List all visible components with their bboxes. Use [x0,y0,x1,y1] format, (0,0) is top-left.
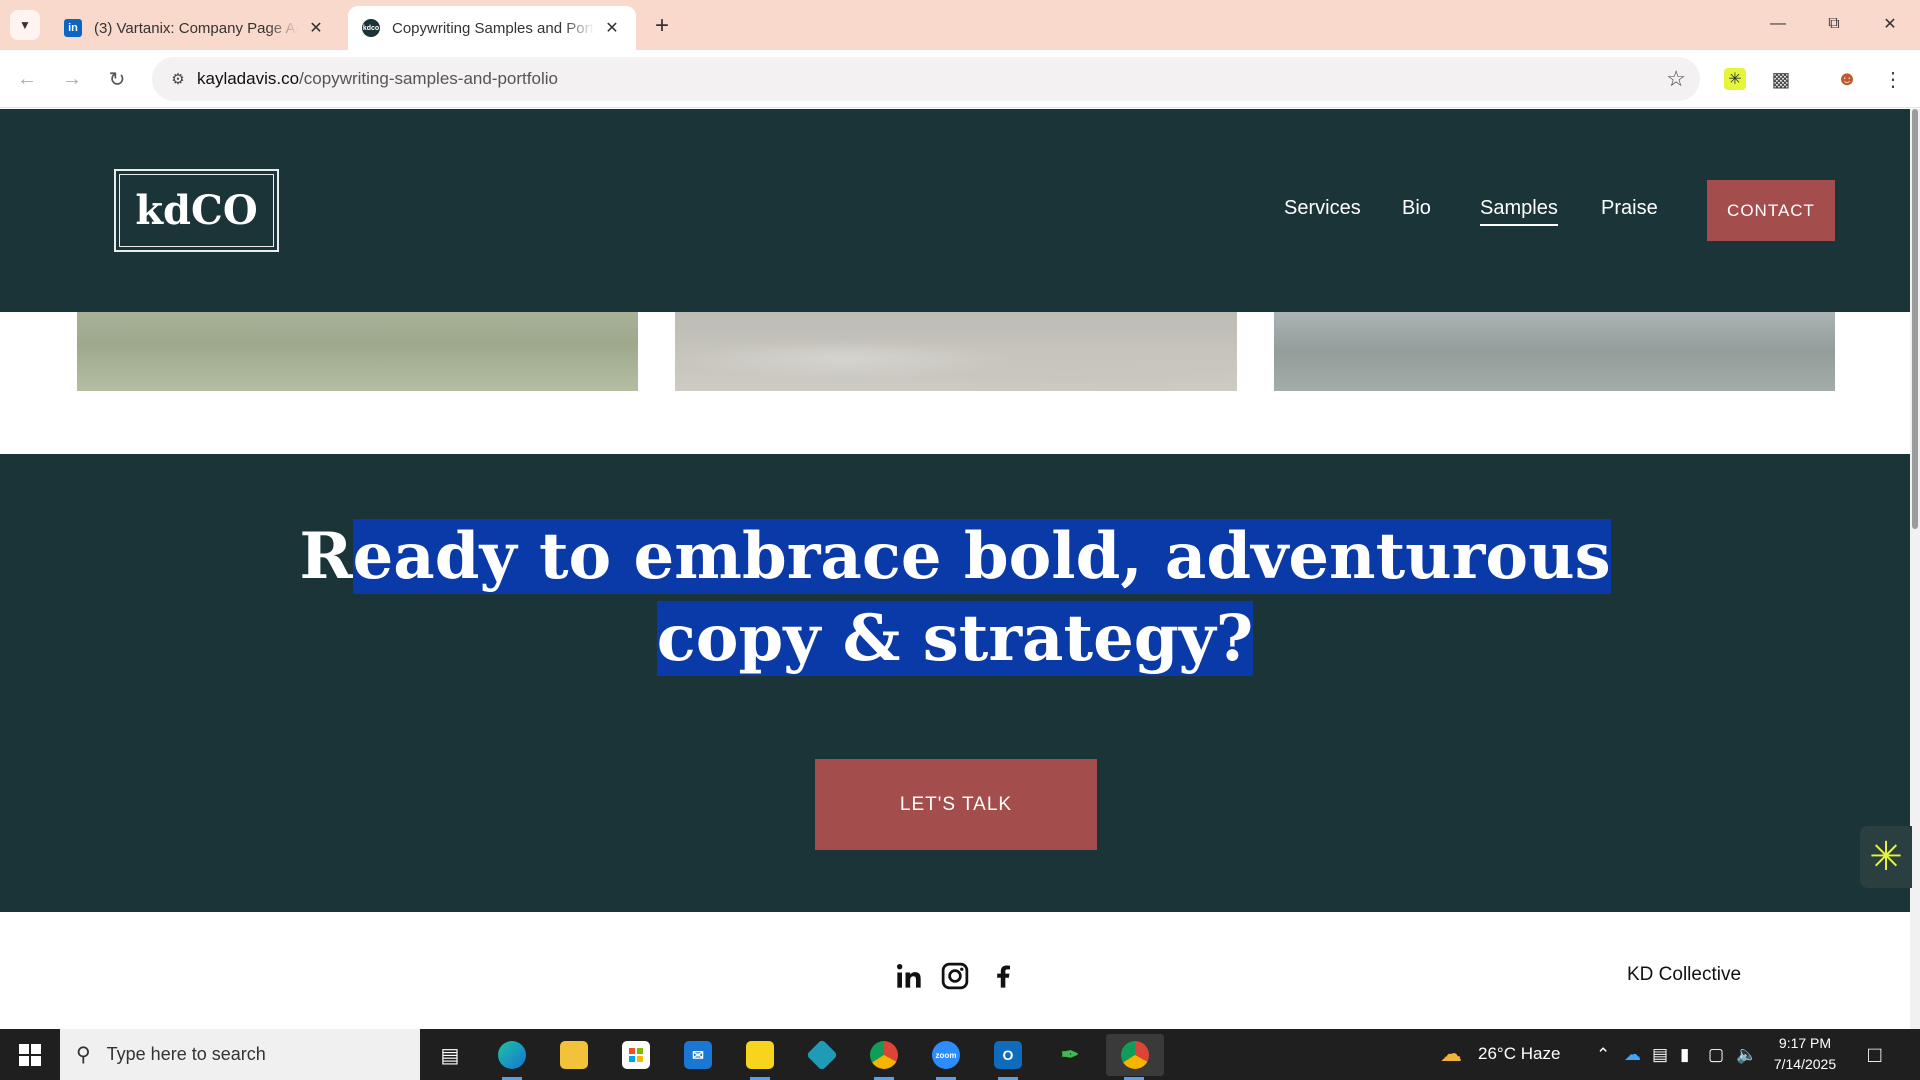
chevron-up-icon[interactable]: ⌃ [1596,1045,1610,1065]
browser-toolbar: ← → ↻ ⚙ kayladavis.co/copywriting-sample… [0,50,1920,108]
windows-logo-icon [19,1043,41,1066]
search-placeholder: Type here to search [106,1044,266,1064]
instagram-icon[interactable] [938,959,972,993]
close-icon[interactable]: ✕ [602,18,622,38]
taskbar-app-pen[interactable]: ✒ [1048,1034,1092,1076]
linkedin-icon[interactable] [892,959,926,993]
extensions-puzzle-icon[interactable]: ▩ [1764,62,1798,96]
extension-icon[interactable]: ✳ [1718,62,1752,96]
weather-icon[interactable]: ☁ [1440,1041,1462,1067]
tab-title: (3) Vartanix: Company Page Admin [94,19,298,37]
taskbar-sticky-notes[interactable] [738,1034,782,1080]
taskbar-search[interactable]: ⚲ Type here to search [60,1029,420,1080]
kdco-favicon: kdco [362,19,380,37]
sticky-notes-icon [746,1041,774,1069]
diamond-app-icon [806,1039,838,1071]
cta-heading-line1: eady to embrace bold, adventurous [352,519,1611,594]
page-scrollbar[interactable] [1910,109,1920,1029]
cta-section: Ready to embrace bold, adventurous copy … [0,454,1910,912]
taskbar-edge[interactable] [490,1034,534,1080]
taskbar-outlook[interactable]: O [986,1034,1030,1080]
lets-talk-button[interactable]: LET'S TALK [815,759,1097,850]
clock-date: 7/14/2025 [1773,1056,1837,1072]
linkedin-icon: in [64,19,82,37]
cta-heading-line2: copy & strategy? [656,601,1254,676]
tab-search-button[interactable]: ▼ [10,10,40,40]
url-path: /copywriting-samples-and-portfolio [299,69,558,88]
weather-text[interactable]: 26°C Haze [1478,1044,1560,1064]
scrollbar-thumb[interactable] [1912,109,1918,529]
search-icon: ⚲ [76,1044,91,1066]
clock-time: 9:17 PM [1778,1035,1832,1051]
tab-linkedin[interactable]: in (3) Vartanix: Company Page Admin ✕ [50,6,340,50]
site-footer: KD Collective [0,912,1910,1029]
url-host: kayladavis.co [197,69,300,88]
store-icon [622,1041,650,1069]
site-logo[interactable]: kdCO [114,169,279,252]
chrome-icon [1121,1041,1149,1069]
sample-image-stream[interactable] [675,312,1237,391]
facebook-icon[interactable] [986,959,1020,993]
start-button[interactable] [0,1029,60,1080]
tab-copywriting-samples[interactable]: kdco Copywriting Samples and Portfolio ✕ [348,6,636,50]
cta-heading: Ready to embrace bold, adventurous copy … [0,516,1910,680]
nav-praise[interactable]: Praise [1601,197,1658,220]
system-clock[interactable]: 9:17 PM 7/14/2025 [1760,1033,1850,1075]
logo-text: kdCO [119,174,274,247]
network-app-icon[interactable]: ▤ [1652,1045,1668,1065]
restore-button[interactable]: ⧉ [1806,6,1862,42]
url-text[interactable]: kayladavis.co/copywriting-samples-and-po… [197,69,558,89]
network-icon[interactable]: ▢ [1708,1045,1724,1065]
pen-app-icon: ✒ [1060,1042,1080,1067]
zoom-icon: zoom [932,1041,960,1069]
tab-title: Copywriting Samples and Portfolio [392,19,594,37]
task-view-icon: ▤ [440,1044,460,1067]
profile-avatar-icon[interactable]: ☻ [1830,62,1864,96]
forward-button[interactable]: → [55,62,89,96]
nav-bio[interactable]: Bio [1402,197,1431,220]
speaker-muted-icon[interactable]: 🔈 [1736,1045,1757,1065]
outlook-icon: O [994,1041,1022,1069]
taskbar-zoom[interactable]: zoom [924,1034,968,1080]
browser-tab-bar: ▼ in (3) Vartanix: Company Page Admin ✕ … [0,0,1920,50]
notifications-icon[interactable]: □ [1868,1042,1881,1068]
menu-kebab-icon[interactable]: ⋮ [1876,62,1910,96]
taskbar-mail[interactable]: ✉ [676,1034,720,1076]
mail-icon: ✉ [684,1041,712,1069]
battery-icon[interactable]: ▮ [1680,1045,1689,1065]
asterisk-icon: ✳ [1869,835,1903,879]
minimize-button[interactable]: — [1750,6,1806,42]
bookmark-star-icon[interactable]: ☆ [1666,66,1686,92]
footer-brand[interactable]: KD Collective [1627,964,1741,986]
taskbar-chrome-1[interactable] [862,1034,906,1080]
back-button[interactable]: ← [10,62,44,96]
taskbar-store[interactable] [614,1034,658,1076]
web-page: kdCO Services Bio Samples Praise CONTACT… [0,109,1910,1029]
contact-button[interactable]: CONTACT [1707,180,1835,241]
edge-icon [498,1041,526,1069]
nav-samples[interactable]: Samples [1480,197,1558,226]
taskbar-chrome-2[interactable] [1106,1034,1164,1080]
reload-button[interactable]: ↻ [100,62,134,96]
sample-image-grass[interactable] [77,312,638,391]
address-bar[interactable]: ⚙ kayladavis.co/copywriting-samples-and-… [152,57,1700,101]
site-info-icon[interactable]: ⚙ [166,67,190,91]
site-header: kdCO Services Bio Samples Praise CONTACT [0,109,1910,312]
chrome-icon [870,1041,898,1069]
folder-icon [560,1041,588,1069]
taskbar-app-diamond[interactable] [800,1034,844,1076]
floating-asterisk-widget[interactable]: ✳ [1860,826,1912,888]
task-view-button[interactable]: ▤ [428,1034,472,1076]
onedrive-cloud-icon[interactable]: ☁ [1624,1045,1641,1065]
close-window-button[interactable]: ✕ [1862,6,1918,42]
chevron-down-icon: ▼ [19,18,31,32]
taskbar-file-explorer[interactable] [552,1034,596,1076]
new-tab-button[interactable]: + [648,12,676,40]
nav-services[interactable]: Services [1284,197,1361,220]
cta-heading-first-char: R [299,519,353,594]
close-icon[interactable]: ✕ [306,18,326,38]
sample-image-forest[interactable] [1274,312,1835,391]
windows-taskbar: ⚲ Type here to search ▤ ✉ zoom O ✒ ☁ 26°… [0,1029,1920,1080]
